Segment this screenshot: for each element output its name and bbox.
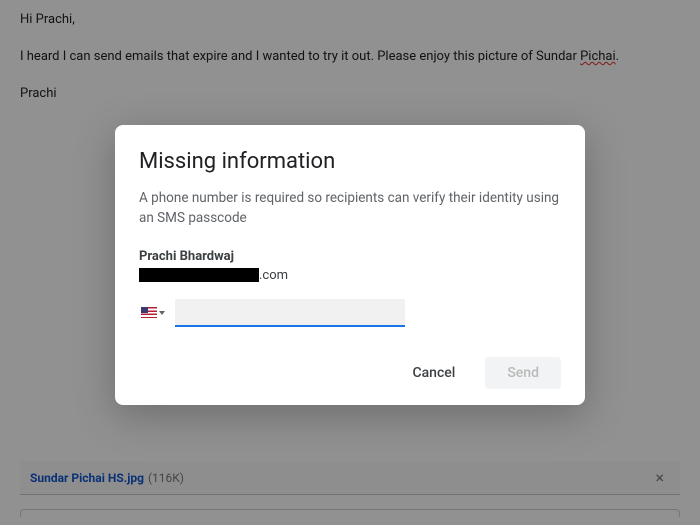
redacted-email-prefix <box>139 268 259 282</box>
chevron-down-icon <box>159 311 165 315</box>
country-code-selector[interactable] <box>139 303 167 322</box>
recipient-email: .com <box>139 268 561 283</box>
recipient-name: Prachi Bhardwaj <box>139 249 561 264</box>
cancel-button[interactable]: Cancel <box>390 357 477 389</box>
dialog-description: A phone number is required so recipients… <box>139 188 561 229</box>
missing-information-dialog: Missing information A phone number is re… <box>115 125 585 405</box>
send-button[interactable]: Send <box>485 357 561 389</box>
dialog-button-row: Cancel Send <box>139 357 561 389</box>
phone-input-row <box>139 299 561 327</box>
phone-number-input[interactable] <box>175 299 405 327</box>
us-flag-icon <box>141 307 157 318</box>
dialog-title: Missing information <box>139 149 561 174</box>
modal-overlay: Missing information A phone number is re… <box>0 0 700 525</box>
